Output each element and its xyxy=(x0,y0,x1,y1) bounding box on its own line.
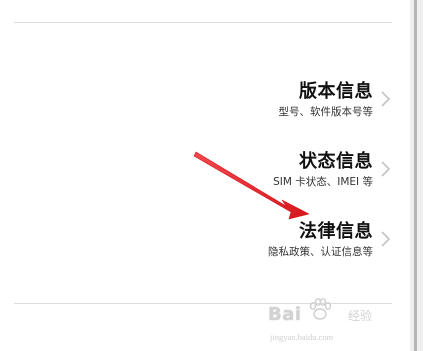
settings-item-subtitle: SIM 卡状态、IMEI 等 xyxy=(273,176,373,188)
scrollbar-thumb[interactable] xyxy=(414,0,417,351)
watermark-label: 经验 xyxy=(348,309,373,323)
chevron-right-icon xyxy=(381,91,391,107)
settings-item-version-info[interactable]: 版本信息 型号、软件版本号等 xyxy=(0,77,400,121)
paw-icon xyxy=(309,298,332,320)
settings-item-title: 法律信息 xyxy=(299,221,373,242)
baidu-jingyan-watermark: Bai 经验 jingyan.baidu.com xyxy=(268,296,400,348)
divider-top xyxy=(14,22,392,23)
watermark-url: jingyan.baidu.com xyxy=(270,332,334,342)
settings-item-legal-info[interactable]: 法律信息 隐私政策、认证信息等 xyxy=(0,217,400,261)
settings-item-title: 状态信息 xyxy=(299,151,373,172)
watermark-brand: Bai xyxy=(268,304,302,325)
settings-item-subtitle: 型号、软件版本号等 xyxy=(278,106,374,118)
scrollbar[interactable] xyxy=(410,0,423,351)
settings-item-title: 版本信息 xyxy=(299,81,373,102)
settings-item-subtitle: 隐私政策、认证信息等 xyxy=(268,246,373,258)
settings-item-status-info[interactable]: 状态信息 SIM 卡状态、IMEI 等 xyxy=(0,147,400,191)
chevron-right-icon xyxy=(381,231,391,247)
chevron-right-icon xyxy=(381,161,391,177)
